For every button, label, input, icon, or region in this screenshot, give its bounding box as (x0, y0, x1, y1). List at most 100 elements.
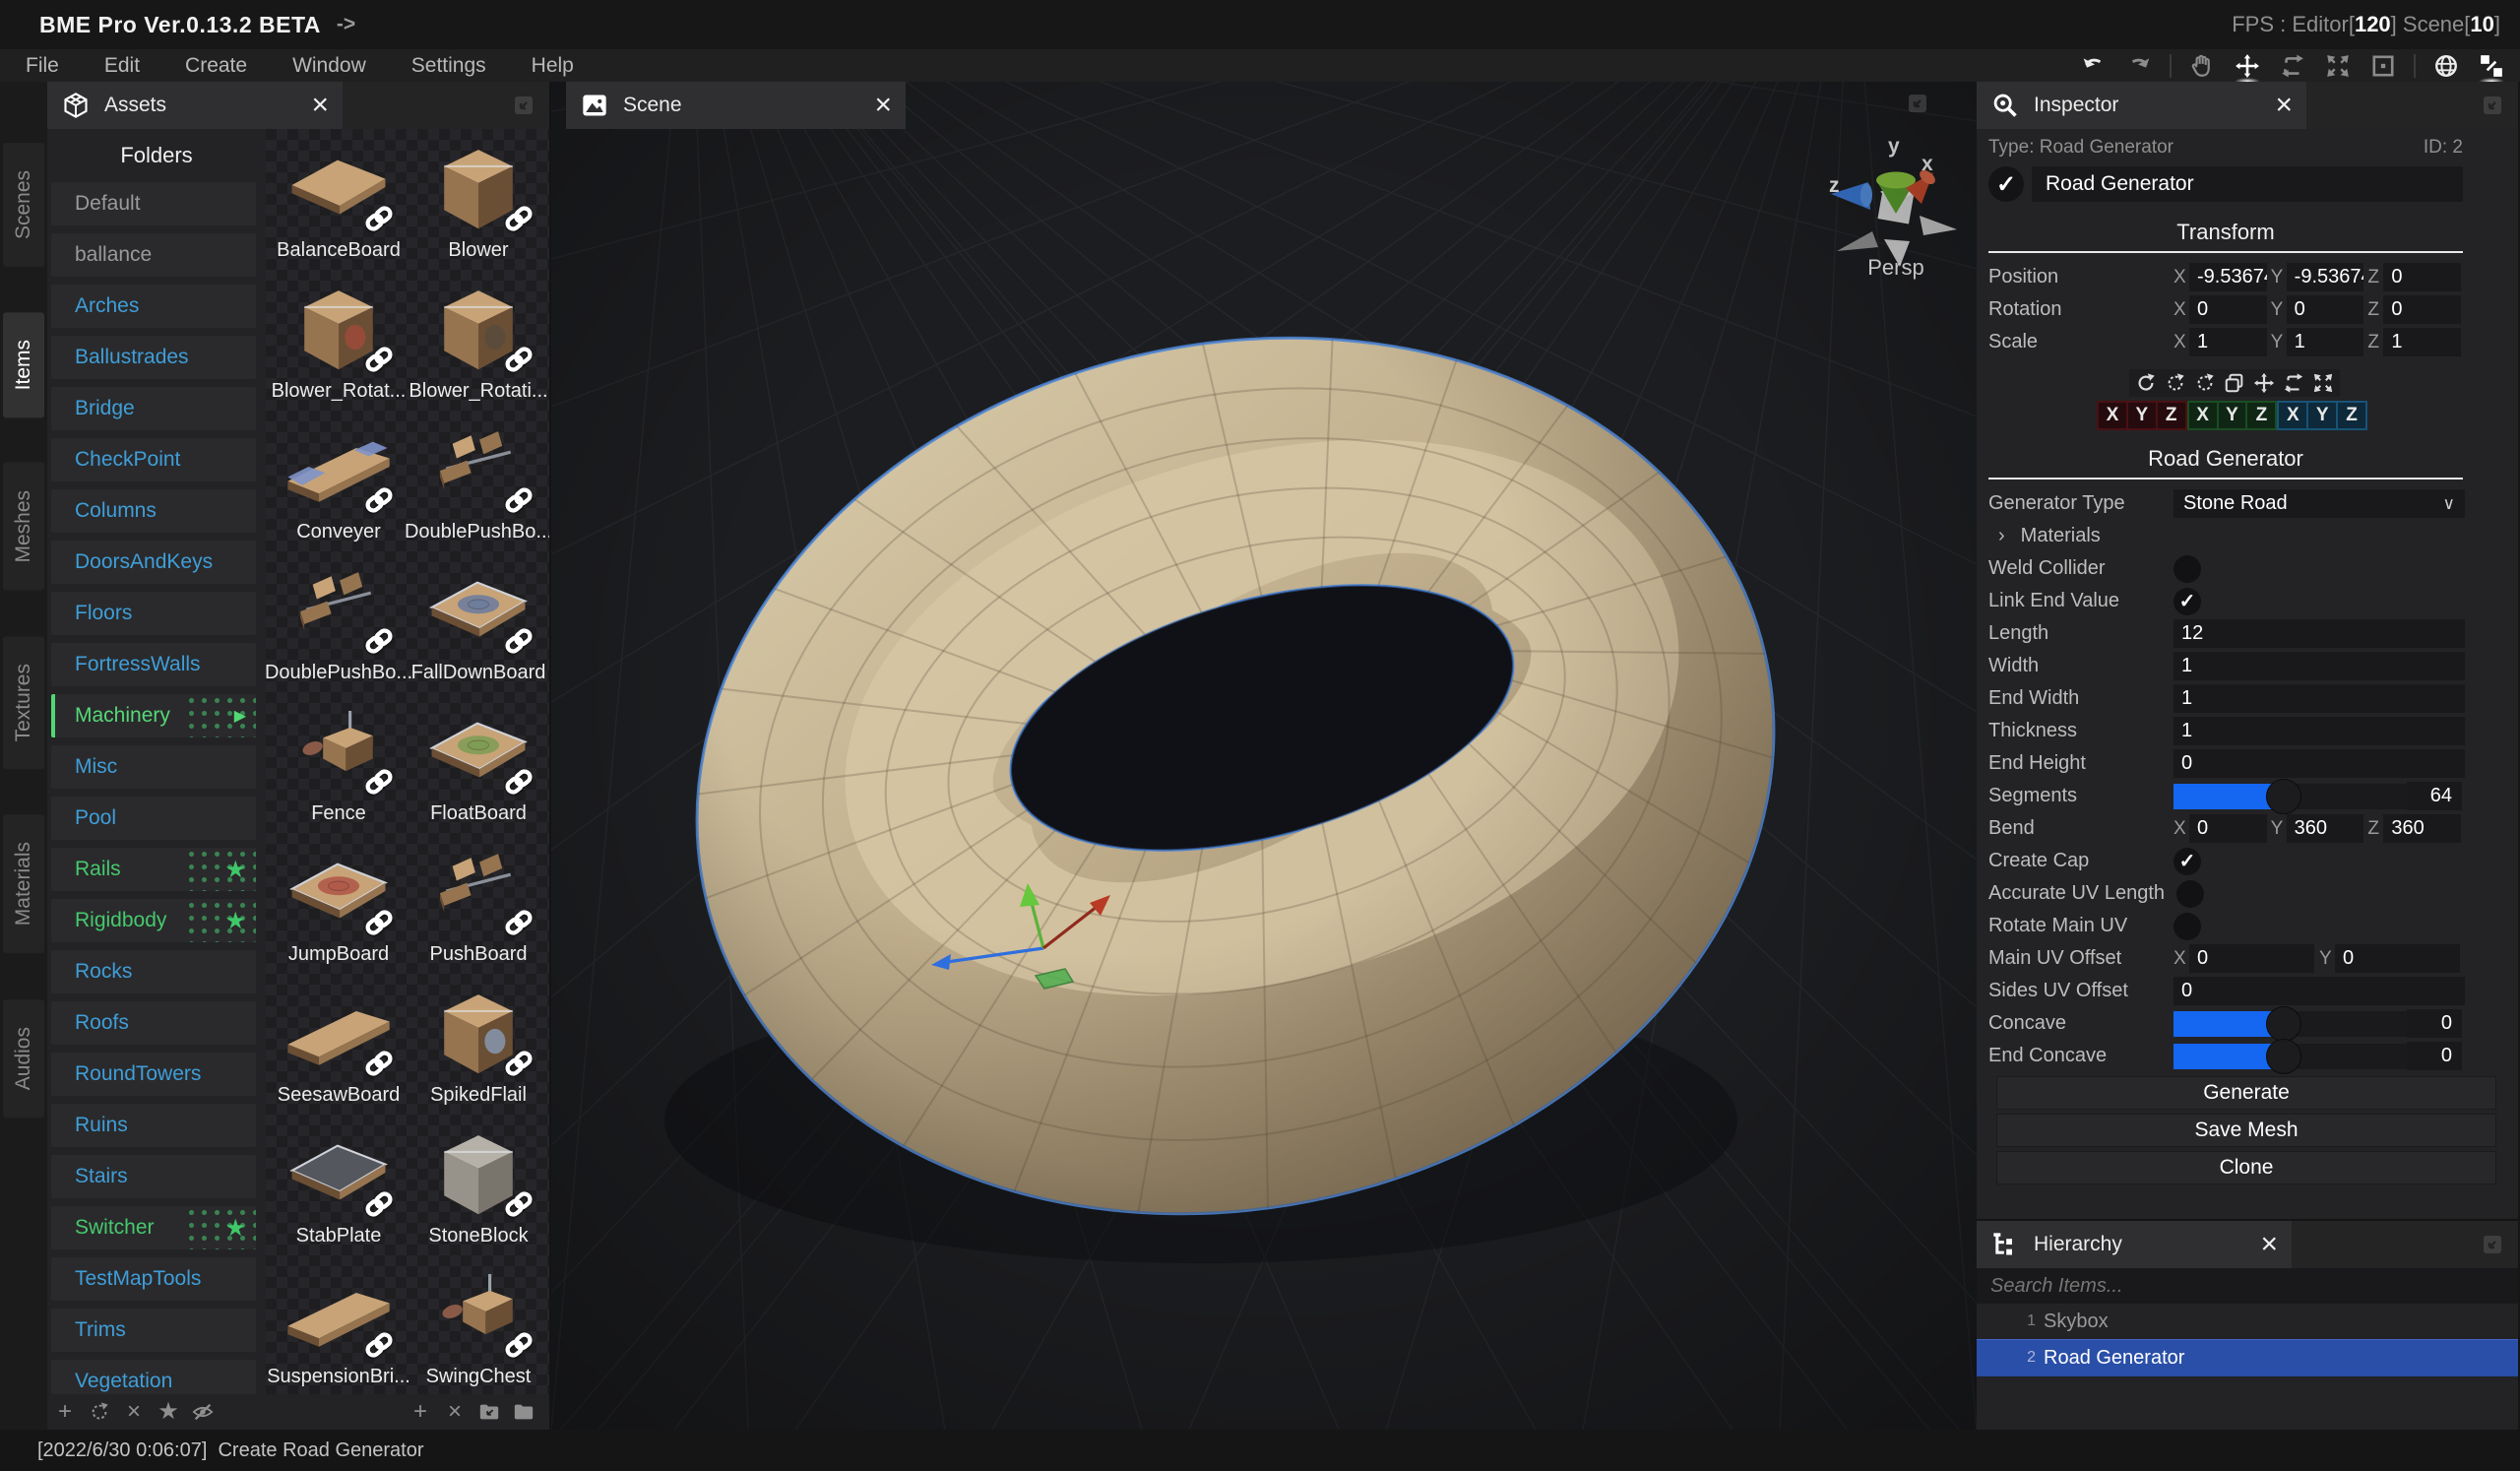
menu-edit[interactable]: Edit (104, 54, 140, 77)
asset-tile-spikedflail[interactable]: SpikedFlail (409, 980, 548, 1120)
folder-item-columns[interactable]: Columns (51, 489, 256, 533)
main-uv-offset-x-input[interactable]: 0 (2189, 944, 2314, 973)
sides-uv-offset-input[interactable]: 0 (2174, 977, 2465, 1005)
menu-help[interactable]: Help (532, 54, 574, 77)
scale-tool-icon[interactable] (2323, 51, 2353, 81)
left-tab-textures[interactable]: Textures (3, 636, 44, 769)
axis-button-red-z[interactable]: Z (2158, 403, 2185, 428)
asset-tile-blower-rotat-[interactable]: Blower_Rotat... (269, 276, 409, 416)
axis-button-blue-x[interactable]: X (2279, 403, 2306, 428)
object-name-field[interactable]: Road Generator (2032, 166, 2463, 202)
axis-button-blue-y[interactable]: Y (2308, 403, 2336, 428)
reset-transform-icon[interactable] (2133, 370, 2159, 396)
folder-item-machinery[interactable]: Machinery▶ (51, 694, 256, 737)
folder-item-ballance[interactable]: ballance (51, 233, 256, 277)
link-end-value-toggle[interactable]: ✓ (2174, 588, 2201, 615)
undo-icon[interactable] (2079, 51, 2109, 81)
folder-item-vegetation[interactable]: Vegetation (51, 1360, 256, 1394)
end-concave-value[interactable]: 0 (2407, 1042, 2462, 1070)
scale-x-input[interactable]: 1 (2189, 328, 2267, 356)
rotation-z-input[interactable]: 0 (2383, 295, 2461, 324)
delete-folder-icon[interactable]: × (122, 1400, 146, 1424)
folder-item-pool[interactable]: Pool (51, 797, 256, 840)
folder-item-fortresswalls[interactable]: FortressWalls (51, 643, 256, 686)
snap-toggle-icon[interactable] (2477, 51, 2506, 81)
clone-button[interactable]: Clone (1996, 1151, 2496, 1184)
folder-item-arches[interactable]: Arches (51, 285, 256, 328)
create-cap-toggle[interactable]: ✓ (2174, 848, 2201, 875)
segments-value[interactable]: 64 (2407, 782, 2462, 810)
scale-y-input[interactable]: 1 (2287, 328, 2364, 356)
folder-item-misc[interactable]: Misc (51, 745, 256, 789)
scene-tab[interactable]: Scene × (566, 82, 906, 129)
inspector-tab[interactable]: Inspector × (1977, 82, 2306, 129)
asset-tile-conveyer[interactable]: Conveyer (269, 416, 409, 557)
left-tab-materials[interactable]: Materials (3, 814, 44, 953)
generate-button[interactable]: Generate (1996, 1076, 2496, 1110)
position-x-input[interactable]: -9.536743 (2189, 263, 2267, 291)
folder-item-ballustrades[interactable]: Ballustrades (51, 336, 256, 379)
axis-button-green-x[interactable]: X (2189, 403, 2217, 428)
axis-button-blue-z[interactable]: Z (2338, 403, 2365, 428)
menu-window[interactable]: Window (292, 54, 366, 77)
bend-z-input[interactable]: 360 (2383, 814, 2461, 843)
generator-type-dropdown[interactable]: Stone Road∨ (2174, 489, 2465, 518)
axis-button-red-y[interactable]: Y (2128, 403, 2156, 428)
folder-item-switcher[interactable]: Switcher★ (51, 1206, 256, 1249)
left-tab-meshes[interactable]: Meshes (3, 463, 44, 591)
folder-item-trims[interactable]: Trims (51, 1309, 256, 1352)
folder-item-roundtowers[interactable]: RoundTowers (51, 1053, 256, 1096)
folder-item-testmaptools[interactable]: TestMapTools (51, 1257, 256, 1301)
favorite-folder-icon[interactable]: ★ (157, 1400, 180, 1424)
rotation-x-input[interactable]: 0 (2189, 295, 2267, 324)
menu-create[interactable]: Create (185, 54, 247, 77)
folder-item-rocks[interactable]: Rocks (51, 950, 256, 993)
collapse-chevron-icon[interactable]: › (1998, 525, 2005, 547)
scene-close-icon[interactable]: × (860, 91, 906, 120)
end-concave-slider[interactable] (2174, 1044, 2407, 1069)
bend-y-input[interactable]: 360 (2287, 814, 2364, 843)
asset-tile-falldownboard[interactable]: FallDownBoard (409, 557, 548, 698)
save-mesh-button[interactable]: Save Mesh (1996, 1114, 2496, 1147)
asset-tile-seesawboard[interactable]: SeesawBoard (269, 980, 409, 1120)
assets-dock-icon[interactable] (512, 94, 536, 117)
scale-z-input[interactable]: 1 (2383, 328, 2461, 356)
hierarchy-dock-icon[interactable] (2481, 1233, 2504, 1256)
axis-button-green-y[interactable]: Y (2219, 403, 2246, 428)
position-z-input[interactable]: 0 (2383, 263, 2461, 291)
main-uv-offset-y-input[interactable]: 0 (2335, 944, 2460, 973)
folder-item-rails[interactable]: Rails★ (51, 848, 256, 891)
thickness-input[interactable]: 1 (2174, 717, 2465, 745)
rotate-mode-icon[interactable] (2281, 370, 2306, 396)
axis-button-green-z[interactable]: Z (2247, 403, 2275, 428)
folder-item-rigidbody[interactable]: Rigidbody★ (51, 899, 256, 942)
bend-x-input[interactable]: 0 (2189, 814, 2267, 843)
hand-tool-icon[interactable] (2187, 51, 2217, 81)
folder-item-doorsandkeys[interactable]: DoorsAndKeys (51, 541, 256, 584)
assets-tab[interactable]: Assets × (47, 82, 343, 129)
folder-item-ruins[interactable]: Ruins (51, 1104, 256, 1147)
scene-canvas[interactable]: y x z Persp (551, 82, 1977, 1430)
concave-value[interactable]: 0 (2407, 1009, 2462, 1038)
asset-tile-doublepushbo-[interactable]: DoublePushBo... (409, 416, 548, 557)
left-tab-items[interactable]: Items (3, 312, 44, 417)
globe-icon[interactable] (2431, 51, 2461, 81)
reset-rotation-icon[interactable] (2163, 370, 2188, 396)
reset-scale-icon[interactable] (2192, 370, 2218, 396)
folder-item-floors[interactable]: Floors (51, 592, 256, 635)
weld-collider-toggle[interactable] (2174, 555, 2201, 583)
folder-item-default[interactable]: Default (51, 182, 256, 225)
asset-tile-swingchest[interactable]: SwingChest (409, 1261, 548, 1394)
axis-button-red-x[interactable]: X (2099, 403, 2126, 428)
delete-item-icon[interactable]: × (443, 1400, 467, 1424)
hierarchy-item-skybox[interactable]: 1Skybox (1977, 1304, 2518, 1339)
concave-slider[interactable] (2174, 1011, 2407, 1037)
accurate-uv-length-toggle[interactable] (2176, 880, 2204, 908)
hide-folder-icon[interactable] (191, 1400, 215, 1424)
slider-knob[interactable] (2266, 779, 2301, 814)
asset-tile-stoneblock[interactable]: StoneBlock (409, 1120, 548, 1261)
asset-tile-floatboard[interactable]: FloatBoard (409, 698, 548, 839)
folder-item-checkpoint[interactable]: CheckPoint (51, 438, 256, 481)
scene-dock-icon[interactable] (1906, 92, 1929, 115)
asset-tile-suspensionbri-[interactable]: SuspensionBri... (269, 1261, 409, 1394)
